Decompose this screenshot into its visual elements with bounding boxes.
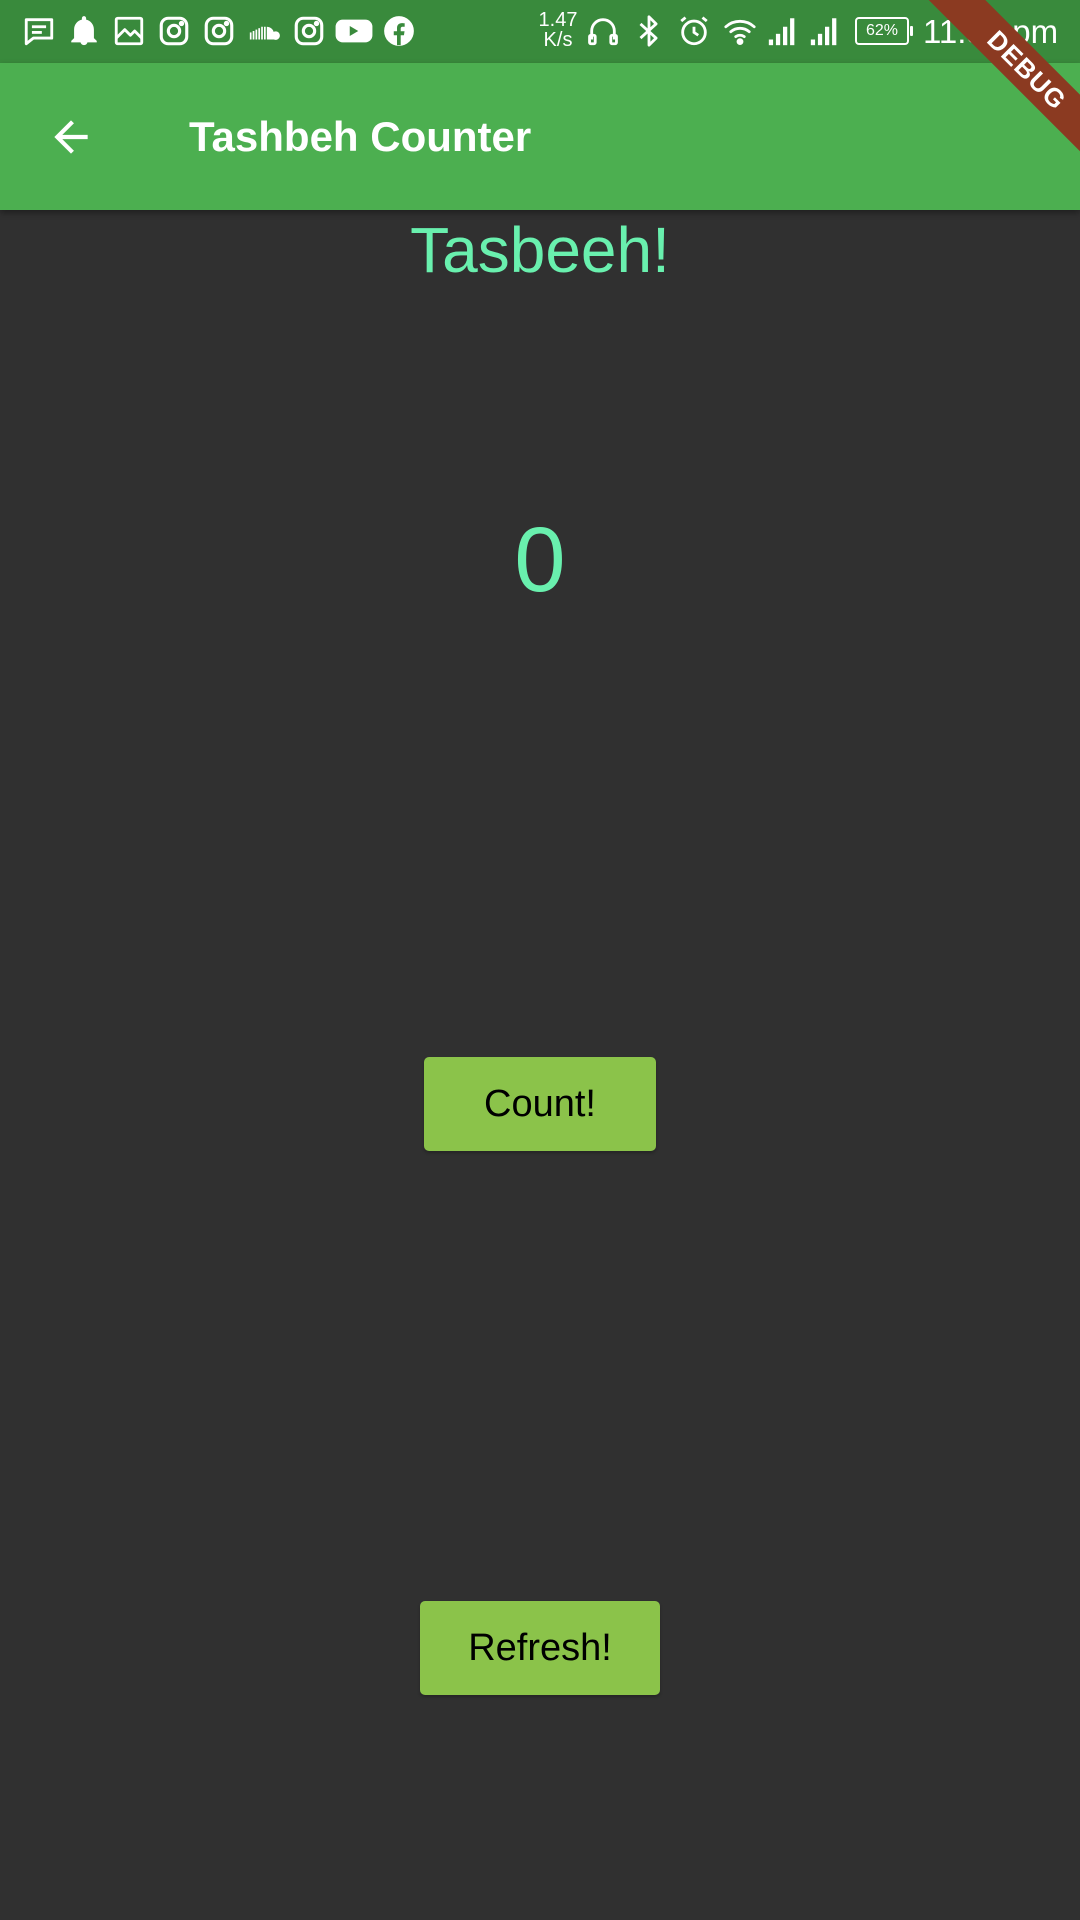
image-icon	[112, 14, 146, 48]
network-speed: 1.47 K/s	[533, 10, 583, 50]
arrow-back-icon	[46, 112, 96, 162]
refresh-button[interactable]: Refresh!	[420, 1601, 660, 1695]
network-speed-value: 1.47	[538, 9, 578, 31]
bluetooth-icon	[632, 14, 666, 48]
signal-icon	[808, 14, 842, 48]
app-bar: Tashbeh Counter	[0, 63, 1080, 210]
facebook-icon	[382, 14, 416, 48]
message-icon	[22, 14, 56, 48]
instagram-icon	[292, 14, 326, 48]
signal-icon	[766, 14, 800, 48]
app-title: Tashbeh Counter	[189, 113, 532, 160]
notification-bell-icon	[67, 14, 101, 48]
page-heading: Tasbeeh!	[410, 214, 670, 286]
headset-icon	[586, 14, 620, 48]
network-speed-unit: K/s	[543, 29, 573, 51]
battery-indicator: 62%	[855, 17, 913, 45]
soundcloud-icon	[247, 14, 281, 48]
youtube-icon	[334, 14, 374, 48]
back-button[interactable]	[36, 102, 106, 172]
status-bar: 1.47 K/s 62% 11:52 pm	[0, 0, 1080, 63]
instagram-icon	[157, 14, 191, 48]
alarm-icon	[677, 14, 711, 48]
instagram-icon	[202, 14, 236, 48]
wifi-icon	[723, 14, 757, 48]
counter-value: 0	[514, 509, 566, 611]
count-button[interactable]: Count!	[424, 1057, 656, 1151]
